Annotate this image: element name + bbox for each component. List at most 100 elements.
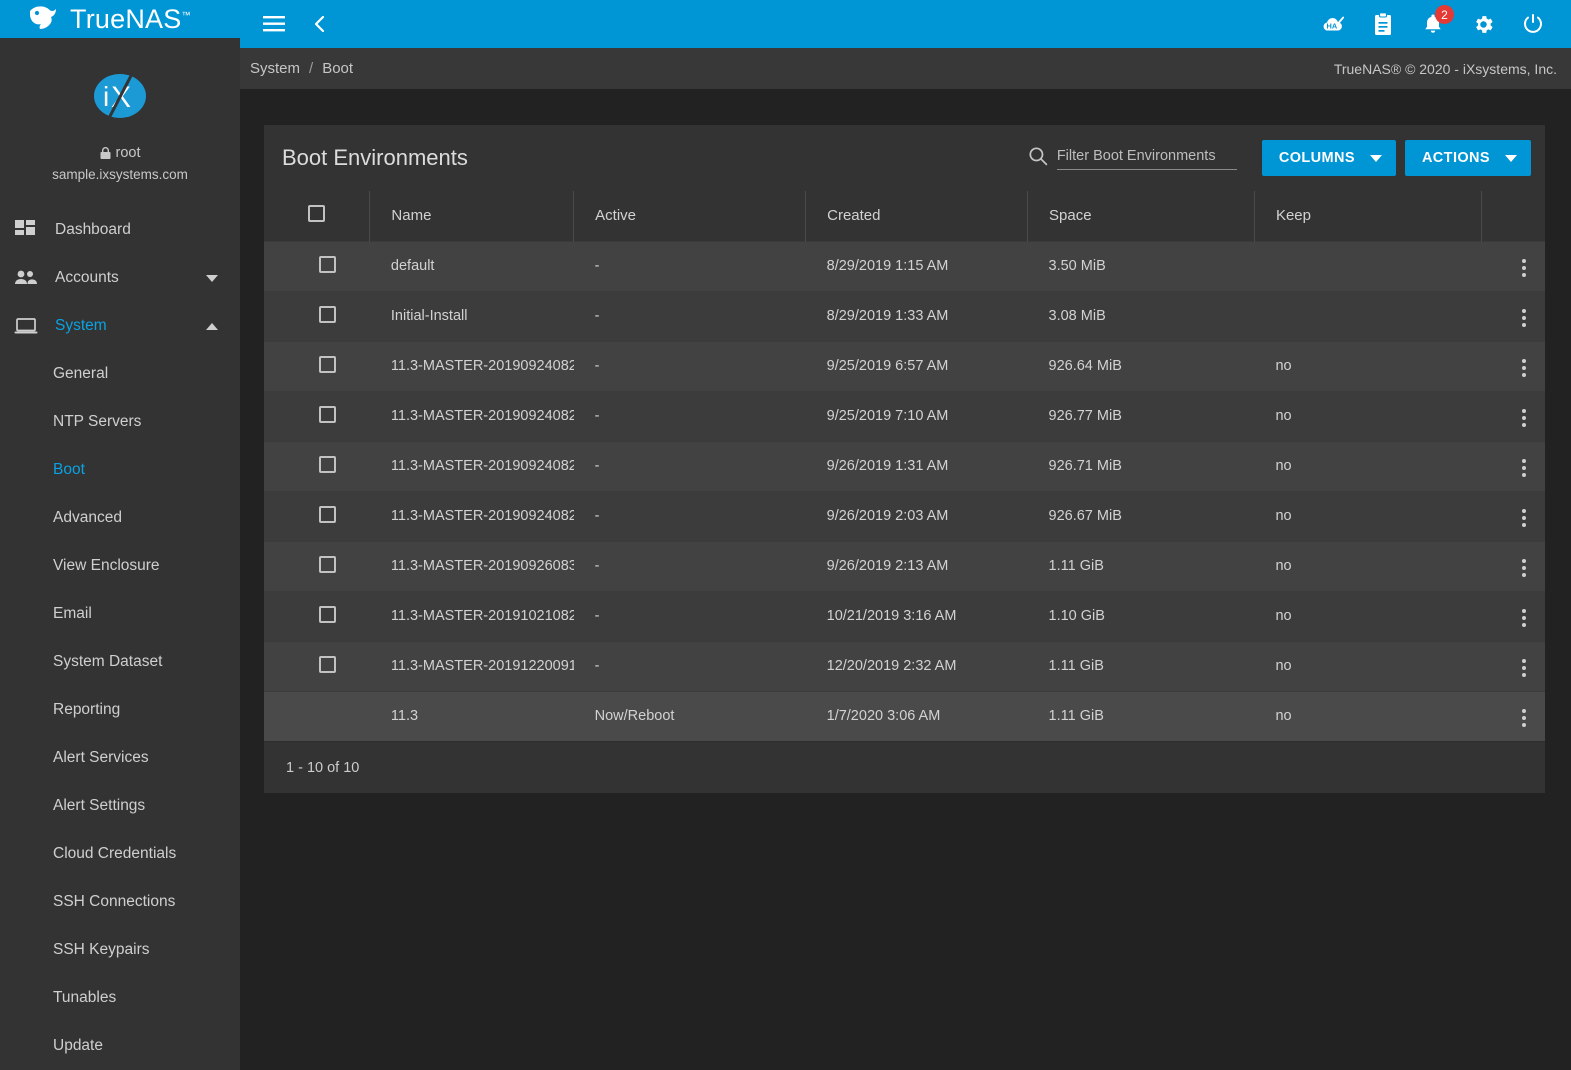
kebab-menu-icon[interactable] [1518,705,1530,731]
kebab-menu-icon[interactable] [1518,655,1530,681]
row-cell-keep [1254,241,1481,291]
task-clipboard-icon[interactable] [1371,12,1395,36]
sidebar-subitem-boot[interactable]: Boot [0,446,240,494]
kebab-menu-icon[interactable] [1518,305,1530,331]
sidebar-subitem-ssh-keypairs[interactable]: SSH Keypairs [0,926,240,974]
row-actions-cell [1481,641,1545,691]
main-area: HA [240,0,1571,1070]
row-cell-active: - [574,241,806,291]
sidebar-subitem-email[interactable]: Email [0,590,240,638]
boot-environments-table: Name Active Created Space Keep default-8… [264,191,1545,741]
table-row[interactable]: 11.3-MASTER-201909240824-9/26/2019 2:03 … [264,491,1545,541]
sidebar-subitem-update[interactable]: Update [0,1022,240,1070]
row-checkbox[interactable] [319,506,336,523]
kebab-menu-icon[interactable] [1518,455,1530,481]
column-header-keep[interactable]: Keep [1254,191,1481,241]
sidebar-subitem-reporting[interactable]: Reporting [0,686,240,734]
sidebar-subitem-ssh-connections[interactable]: SSH Connections [0,878,240,926]
table-row[interactable]: 11.3-MASTER-201912200916-12/20/2019 2:32… [264,641,1545,691]
kebab-menu-icon[interactable] [1518,405,1530,431]
sidebar-subitem-ntp-servers[interactable]: NTP Servers [0,398,240,446]
row-cell-name: 11.3-MASTER-201909260836 [370,541,574,591]
row-checkbox[interactable] [319,406,336,423]
breadcrumb-current: Boot [322,60,353,77]
row-checkbox[interactable] [319,556,336,573]
row-checkbox[interactable] [319,456,336,473]
select-all-checkbox[interactable] [308,205,325,222]
table-row[interactable]: 11.3-MASTER-201909240824-9/25/2019 7:10 … [264,391,1545,441]
search-input[interactable] [1057,146,1237,170]
row-cell-keep [1254,291,1481,341]
row-cell-space: 3.50 MiB [1028,241,1255,291]
lock-icon [100,147,111,160]
breadcrumb-separator: / [309,60,313,77]
actions-button[interactable]: ACTIONS [1405,140,1531,176]
row-checkbox[interactable] [319,656,336,673]
ha-cloud-icon[interactable]: HA [1321,12,1345,36]
brand-header[interactable]: TrueNAS™ [0,0,240,38]
chevron-left-icon[interactable] [308,12,332,36]
sidebar-subitem-system-dataset[interactable]: System Dataset [0,638,240,686]
row-checkbox[interactable] [319,356,336,373]
row-cell-name: 11.3-MASTER-201909240824 [370,341,574,391]
row-checkbox[interactable] [319,256,336,273]
svg-text:i: i [103,81,109,112]
kebab-menu-icon[interactable] [1518,355,1530,381]
row-cell-keep: no [1254,691,1481,741]
row-cell-keep: no [1254,491,1481,541]
power-icon[interactable] [1521,12,1545,36]
row-cell-created: 8/29/2019 1:15 AM [806,241,1028,291]
actions-button-label: ACTIONS [1422,150,1490,166]
username-text: root [116,145,141,161]
caret-down-icon [1505,155,1517,162]
sidebar-subitem-alert-settings[interactable]: Alert Settings [0,782,240,830]
column-header-name[interactable]: Name [370,191,574,241]
sidebar-subitem-label: General [53,365,108,383]
column-header-created[interactable]: Created [806,191,1028,241]
row-cell-created: 1/7/2020 3:06 AM [806,691,1028,741]
row-actions-cell [1481,691,1545,741]
sidebar-item-accounts[interactable]: Accounts [0,254,240,302]
table-row[interactable]: 11.3Now/Reboot1/7/2020 3:06 AM1.11 GiBno [264,691,1545,741]
table-row[interactable]: Initial-Install-8/29/2019 1:33 AM3.08 Mi… [264,291,1545,341]
kebab-menu-icon[interactable] [1518,605,1530,631]
sidebar-subitem-advanced[interactable]: Advanced [0,494,240,542]
column-header-space[interactable]: Space [1028,191,1255,241]
row-checkbox[interactable] [319,606,336,623]
breadcrumb-parent[interactable]: System [250,60,300,77]
sidebar-item-system[interactable]: System [0,302,240,350]
sidebar-subitem-label: Email [53,605,92,623]
sidebar-subitem-label: Tunables [53,989,116,1007]
sidebar-subitem-view-enclosure[interactable]: View Enclosure [0,542,240,590]
sidebar-subitem-alert-services[interactable]: Alert Services [0,734,240,782]
top-toolbar: HA [240,0,1571,48]
chevron-down-icon[interactable] [206,275,218,282]
sidebar-item-dashboard[interactable]: Dashboard [0,206,240,254]
row-checkbox[interactable] [319,306,336,323]
row-actions-cell [1481,341,1545,391]
column-header-active[interactable]: Active [574,191,806,241]
row-cell-name: 11.3 [370,691,574,741]
notifications-bell-icon[interactable]: 2 [1421,12,1445,36]
hamburger-menu-icon[interactable] [262,12,286,36]
column-header-actions [1481,191,1545,241]
chevron-up-icon[interactable] [206,323,218,330]
row-select-cell [264,291,370,341]
columns-button[interactable]: COLUMNS [1262,140,1396,176]
caret-down-icon [1370,155,1382,162]
table-row[interactable]: 11.3-MASTER-201910210826-10/21/2019 3:16… [264,591,1545,641]
table-row[interactable]: 11.3-MASTER-201909240824-9/26/2019 1:31 … [264,441,1545,491]
table-row[interactable]: default-8/29/2019 1:15 AM3.50 MiB [264,241,1545,291]
kebab-menu-icon[interactable] [1518,555,1530,581]
table-row[interactable]: 11.3-MASTER-201909260836-9/26/2019 2:13 … [264,541,1545,591]
sidebar-subitem-general[interactable]: General [0,350,240,398]
row-cell-keep: no [1254,341,1481,391]
sidebar-subitem-cloud-credentials[interactable]: Cloud Credentials [0,830,240,878]
sidebar-subitem-label: Alert Services [53,749,149,767]
table-row[interactable]: 11.3-MASTER-201909240824-9/25/2019 6:57 … [264,341,1545,391]
settings-gear-icon[interactable] [1471,12,1495,36]
sidebar-subitem-tunables[interactable]: Tunables [0,974,240,1022]
kebab-menu-icon[interactable] [1518,255,1530,281]
kebab-menu-icon[interactable] [1518,505,1530,531]
row-cell-created: 8/29/2019 1:33 AM [806,291,1028,341]
